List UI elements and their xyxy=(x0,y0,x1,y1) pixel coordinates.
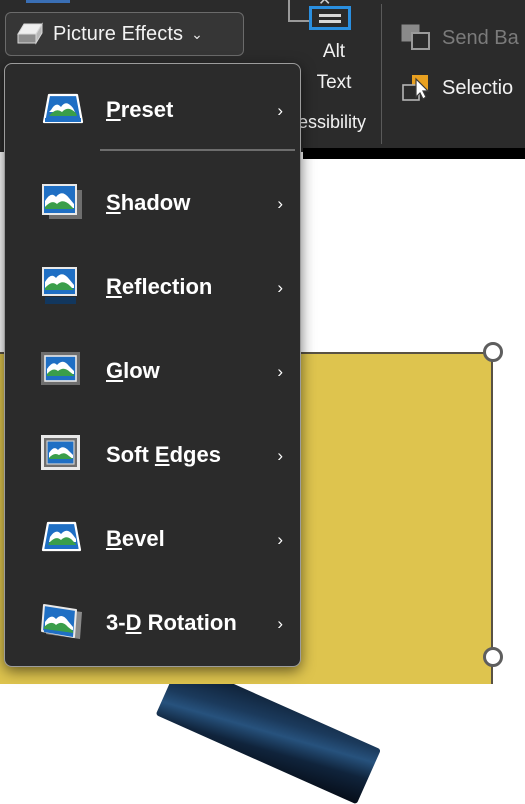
cube-icon xyxy=(17,22,43,45)
selection-handle-bottom-right[interactable] xyxy=(483,647,503,667)
chevron-down-icon[interactable]: ⌄ xyxy=(191,27,203,41)
picture-shadow-icon xyxy=(40,181,86,225)
chevron-right-icon: › xyxy=(277,613,283,633)
menu-item-bevel[interactable]: Bevel › xyxy=(6,505,300,573)
menu-item-preset-label: Preset xyxy=(106,97,174,122)
chevron-right-icon: › xyxy=(277,193,283,213)
menu-item-bevel-label: Bevel xyxy=(106,526,165,551)
picture-preset-icon xyxy=(40,88,86,132)
picture-effects-button[interactable]: Picture Effects ⌄ xyxy=(5,12,244,56)
menu-item-shadow[interactable]: Shadow › xyxy=(6,169,300,237)
menu-item-glow[interactable]: Glow › xyxy=(6,337,300,405)
chevron-right-icon: › xyxy=(277,361,283,381)
chevron-right-icon: › xyxy=(277,529,283,549)
active-tab-underline xyxy=(26,0,70,3)
menu-item-reflection-label: Reflection xyxy=(106,274,213,299)
picture-soft-edges-icon xyxy=(40,433,86,477)
chevron-right-icon: › xyxy=(277,100,283,120)
selection-pane-button[interactable]: Selectio xyxy=(400,68,513,108)
picture-effects-menu: Preset › Shadow › Reflection › Glow › So… xyxy=(4,63,301,667)
picture-glow-icon xyxy=(40,349,86,393)
chevron-right-icon: › xyxy=(277,277,283,297)
selection-pane-label: Selectio xyxy=(442,76,514,99)
selection-pane-icon xyxy=(402,75,430,101)
menu-item-3d-rotation-label: 3-D Rotation xyxy=(106,610,237,635)
menu-separator xyxy=(100,149,295,151)
menu-item-soft-edges[interactable]: Soft Edges › xyxy=(6,421,300,489)
alt-text-frame-decoration xyxy=(288,0,310,22)
picture-reflection-icon xyxy=(40,265,86,309)
alt-text-icon xyxy=(309,6,351,30)
selection-handle-top-right[interactable] xyxy=(483,342,503,362)
picture-bevel-icon xyxy=(40,517,86,561)
send-backward-label: Send Ba xyxy=(442,26,519,49)
alt-text-label-line1: Alt xyxy=(322,41,346,62)
menu-item-glow-label: Glow xyxy=(106,358,160,383)
menu-item-shadow-label: Shadow xyxy=(106,190,191,215)
menu-item-reflection[interactable]: Reflection › xyxy=(6,253,300,321)
ribbon-bottom-strip xyxy=(303,148,525,159)
picture-3d-rotation-icon xyxy=(40,601,86,645)
chevron-right-icon: › xyxy=(277,445,283,465)
send-backward-button[interactable]: Send Ba xyxy=(400,18,519,58)
alt-text-button[interactable]: ✕ Alt Text essibility xyxy=(288,0,380,146)
alt-text-label-line2: Text xyxy=(316,72,352,93)
picture-effects-label: Picture Effects xyxy=(53,22,184,45)
menu-item-3d-rotation[interactable]: 3-D Rotation › xyxy=(6,589,300,657)
menu-item-soft-edges-label: Soft Edges xyxy=(106,442,221,467)
ribbon-group-separator xyxy=(381,4,382,144)
menu-item-preset[interactable]: Preset › xyxy=(6,76,300,144)
send-backward-icon xyxy=(401,24,430,50)
